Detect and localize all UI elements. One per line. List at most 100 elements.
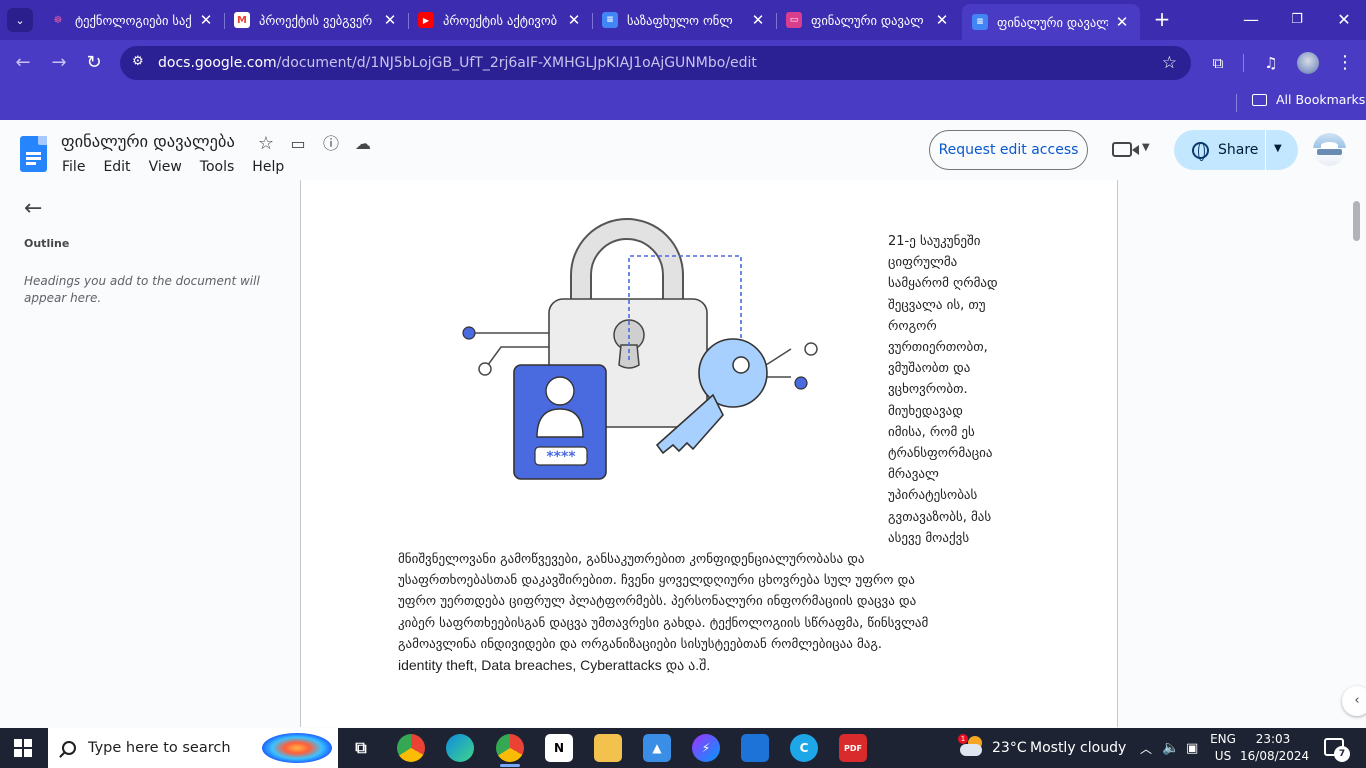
text-line: სამყარომ ღრმად (888, 276, 998, 292)
toolbar-separator (1243, 54, 1244, 72)
text-line: როგორ (888, 318, 937, 334)
taskbar-search-box[interactable]: Type here to search (48, 728, 338, 768)
menu-file[interactable]: File (53, 157, 94, 177)
url-text[interactable]: docs.google.com/document/d/1NJ5bLojGB_Uf… (158, 55, 757, 71)
outline-title: Outline (24, 237, 70, 250)
tab-0[interactable]: ☸ ტექნოლოგიები საქ ✕ (40, 4, 224, 36)
store-app-icon[interactable] (741, 734, 769, 762)
arrow-left-icon: ← (15, 52, 31, 73)
close-icon[interactable]: ✕ (566, 11, 582, 29)
all-bookmarks-button[interactable]: All Bookmarks (1252, 92, 1365, 107)
tab-search-button[interactable]: ⌄ (7, 8, 33, 32)
language-indicator[interactable]: ENG US (1208, 731, 1238, 765)
system-clock[interactable]: 23:03 16/08/2024 (1240, 731, 1309, 765)
tab-4[interactable]: ▭ ფინალური დავალ ✕ (776, 4, 960, 36)
notion-app-icon[interactable]: N (545, 734, 573, 762)
site-info-icon[interactable]: ⚙ (132, 54, 150, 72)
menu-help[interactable]: Help (243, 157, 293, 177)
body-text-paragraph[interactable]: მნიშვნელოვანი გამოწვევები, განსაკუთრებით… (398, 549, 1038, 676)
restore-icon: ❐ (1291, 12, 1303, 27)
user-avatar[interactable] (1313, 133, 1346, 166)
speaker-icon[interactable]: 🔈 (1162, 728, 1179, 768)
tab-1[interactable]: M პროექტის ვებგვერ ✕ (224, 4, 408, 36)
address-bar[interactable]: ⚙ docs.google.com/document/d/1NJ5bLojGB_… (120, 46, 1191, 80)
menu-tools[interactable]: Tools (191, 157, 244, 177)
move-folder-icon[interactable]: ▭ (287, 133, 309, 155)
bookmarks-separator (1236, 94, 1237, 112)
weather-temp[interactable]: 23°C (992, 728, 1027, 768)
close-icon[interactable]: ✕ (382, 11, 398, 29)
windows-taskbar: Type here to search ⧉ N ▲ ⚡ C PDF 1 23°C… (0, 728, 1366, 768)
file-explorer-icon[interactable] (594, 734, 622, 762)
side-panel-toggle-button[interactable]: ‹ (1342, 686, 1366, 716)
search-highlight-image (262, 733, 332, 763)
cloud-status-icon[interactable]: ☁ (352, 133, 374, 155)
right-gutter (1118, 180, 1366, 727)
text-line: გამოავლინა ინდივიდები და ორგანიზაციები ს… (398, 636, 883, 652)
document-title[interactable]: ფინალური დავალება (61, 132, 235, 151)
text-line: მიუხედავად (888, 403, 963, 419)
plus-icon: + (1153, 7, 1171, 31)
close-outline-arrow-icon[interactable]: ← (24, 196, 42, 221)
docs-icon: ≡ (602, 12, 618, 28)
outline-panel: ← Outline Headings you add to the docume… (0, 180, 300, 727)
info-icon[interactable]: ⓘ (320, 133, 342, 155)
menu-view[interactable]: View (140, 157, 191, 177)
tab-2[interactable]: ▶ პროექტის აქტივობ ✕ (408, 4, 592, 36)
weather-icon[interactable]: 1 (958, 734, 986, 758)
text-line: უპირატესობას (888, 488, 978, 504)
edge-app-icon[interactable] (446, 734, 474, 762)
chrome-profile-app-icon[interactable] (496, 734, 524, 767)
notification-count: 7 (1334, 746, 1350, 762)
close-icon[interactable]: ✕ (1114, 13, 1130, 31)
tab-title: პროექტის აქტივობ (443, 12, 558, 28)
back-button[interactable]: ← (10, 50, 36, 76)
pdf-app-icon[interactable]: PDF (839, 734, 867, 762)
chrome-app-icon[interactable] (397, 734, 425, 762)
canva-app-icon[interactable]: C (790, 734, 818, 762)
tab-title: საზაფხულო ონლ (627, 12, 733, 28)
tab-3[interactable]: ≡ საზაფხულო ონლ ✕ (592, 4, 776, 36)
menu-edit[interactable]: Edit (94, 157, 139, 177)
reload-icon: ↻ (86, 52, 102, 73)
scrollbar-thumb[interactable] (1353, 201, 1360, 241)
close-icon[interactable]: ✕ (198, 11, 214, 29)
weather-description[interactable]: Mostly cloudy (1030, 728, 1126, 768)
network-icon[interactable]: ▣ (1186, 728, 1198, 768)
url-path: /document/d/1NJ5bLojGB_UfT_2rj6aIF-XMHGL… (276, 55, 757, 71)
docs-header: ფინალური დავალება ☆ ▭ ⓘ ☁ File Edit View… (0, 120, 1366, 180)
messenger-app-icon[interactable]: ⚡ (692, 734, 720, 762)
star-icon[interactable]: ☆ (255, 133, 277, 155)
minimize-button[interactable]: — (1236, 8, 1266, 32)
windows-start-icon[interactable] (14, 739, 32, 757)
close-icon[interactable]: ✕ (934, 11, 950, 29)
docs-logo-icon[interactable] (20, 136, 47, 172)
request-edit-access-button[interactable]: Request edit access (929, 130, 1088, 170)
chevron-down-icon[interactable]: ▼ (1142, 142, 1150, 153)
more-menu-icon[interactable]: ⋮ (1334, 52, 1356, 74)
task-view-icon[interactable]: ⧉ (347, 734, 375, 762)
bookmark-star-icon[interactable]: ☆ (1162, 53, 1177, 73)
generic-site-icon: ☸ (53, 14, 63, 26)
share-dropdown-icon[interactable]: ▼ (1274, 143, 1282, 154)
text-line: შეცვალა ის, თუ (888, 297, 986, 313)
restore-button[interactable]: ❐ (1282, 8, 1312, 32)
bookmarks-bar: All Bookmarks (0, 86, 1366, 120)
photos-app-icon[interactable]: ▲ (643, 734, 671, 762)
close-icon[interactable]: ✕ (750, 11, 766, 29)
gmail-icon: M (234, 12, 250, 28)
forward-button[interactable]: → (46, 50, 72, 76)
text-line: გვთავაზობს, მას (888, 509, 992, 525)
tab-5-active[interactable]: ≡ ფინალური დავალ ✕ (962, 4, 1140, 40)
meet-video-icon[interactable] (1112, 142, 1139, 157)
chevron-up-icon[interactable]: ︿ (1140, 728, 1152, 768)
search-placeholder: Type here to search (88, 740, 231, 756)
extensions-icon[interactable]: ⧉ (1207, 52, 1229, 74)
reload-button[interactable]: ↻ (81, 50, 107, 76)
profile-avatar[interactable] (1297, 52, 1319, 74)
close-window-button[interactable]: ✕ (1329, 8, 1359, 32)
document-page[interactable]: **** 21-ე საუკუნეში ციფრულმა სამყარომ ღრ… (300, 180, 1118, 727)
media-controls-icon[interactable]: ♫ (1260, 52, 1282, 74)
body-text-beside-image[interactable]: 21-ე საუკუნეში ციფრულმა სამყარომ ღრმად შ… (888, 231, 1038, 549)
new-tab-button[interactable]: + (1150, 8, 1174, 32)
